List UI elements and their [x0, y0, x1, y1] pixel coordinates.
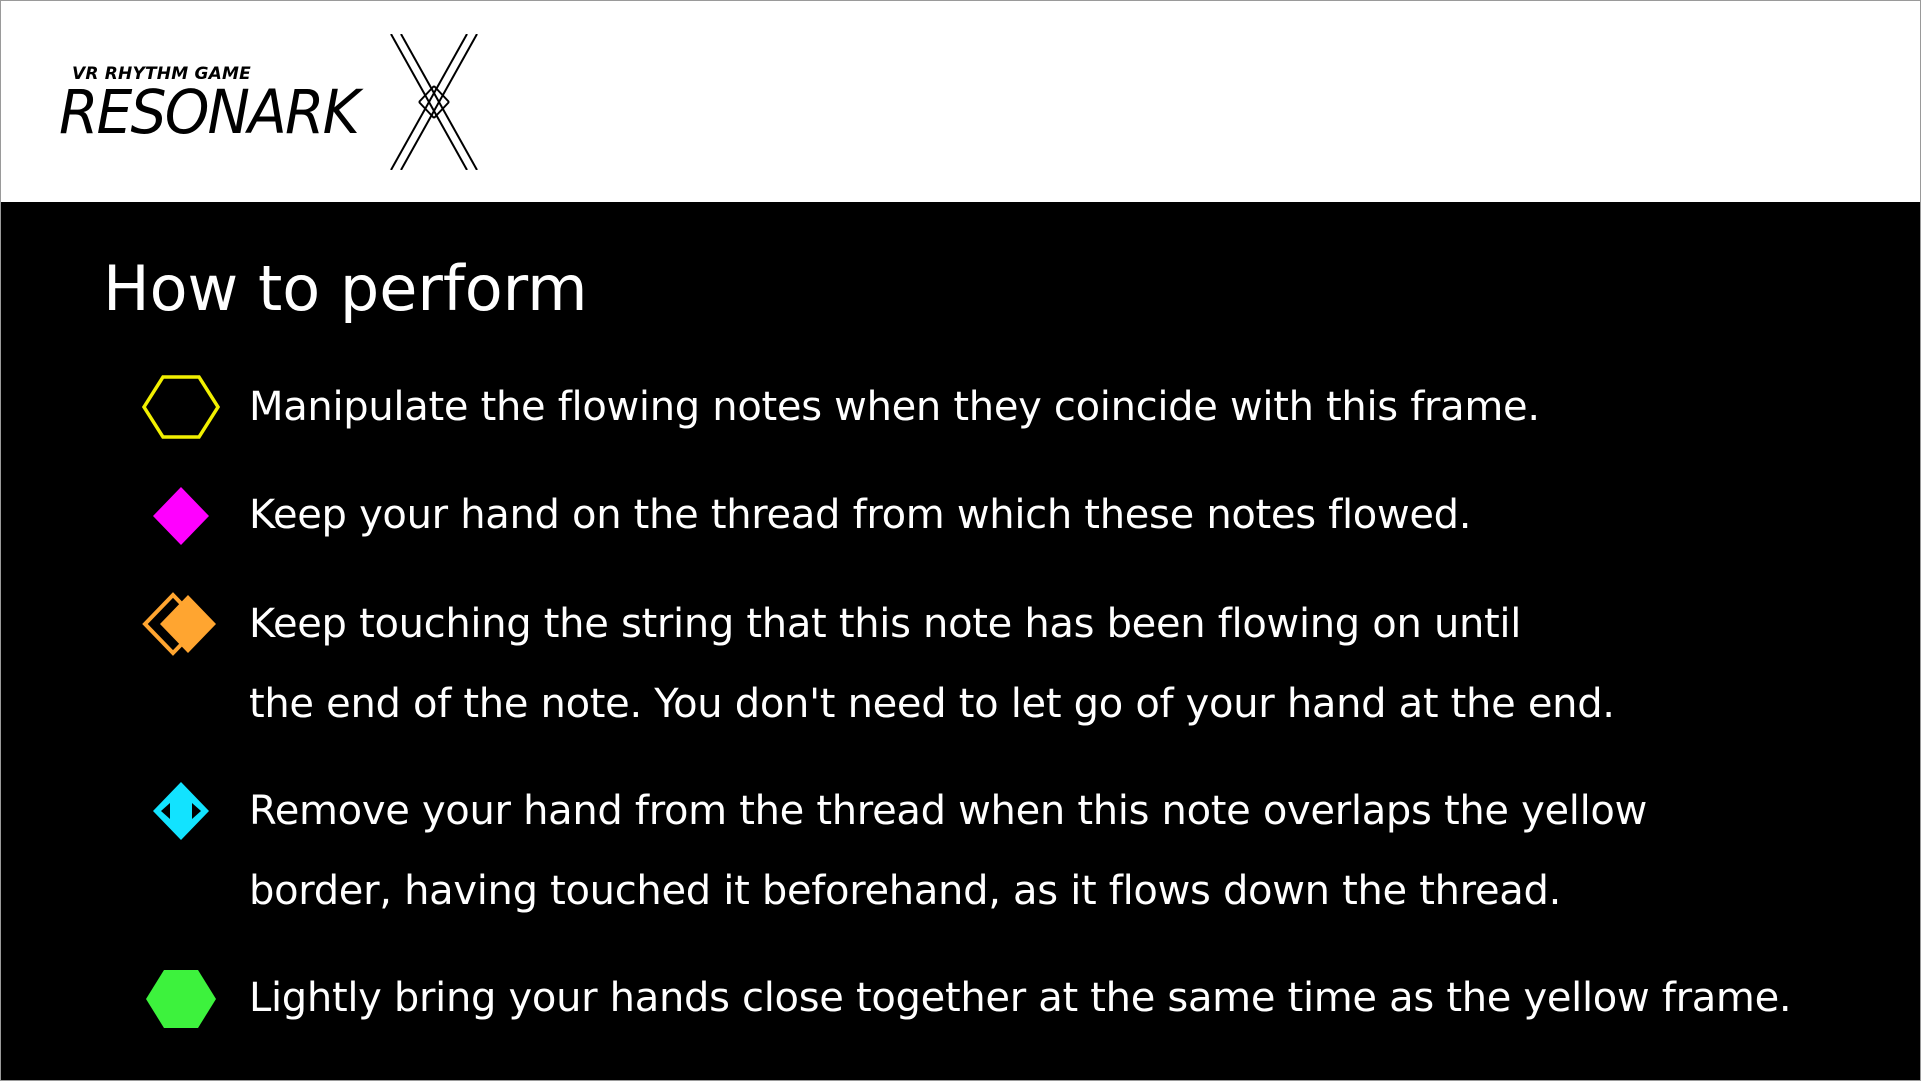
rule-text-line: Remove your hand from the thread when th…	[249, 788, 1648, 834]
content: How to perform Manipulate the flowing no…	[1, 202, 1920, 1080]
rule-text-line: Keep touching the string that this note …	[249, 601, 1522, 647]
rule-text-line: Keep your hand on the thread from which …	[249, 492, 1472, 538]
rule-item-thread: Keep your hand on the thread from which …	[249, 475, 1471, 555]
rule-item-frame: Manipulate the flowing notes when they c…	[249, 367, 1540, 447]
rule-text-line: Lightly bring your hands close together …	[249, 975, 1792, 1021]
rule-item-clap: Lightly bring your hands close together …	[249, 958, 1792, 1038]
rule-text-line: border, having touched it beforehand, as…	[249, 868, 1561, 914]
slide: VR RHYTHM GAME RESONARK How to perform M…	[0, 0, 1921, 1081]
logo: VR RHYTHM GAME RESONARK	[59, 31, 479, 171]
green-hexagon-filled-icon	[146, 970, 216, 1028]
page-title: How to perform	[103, 252, 588, 325]
rule-item-release: Remove your hand from the thread when th…	[249, 771, 1647, 931]
orange-double-diamond-icon	[142, 592, 216, 656]
cyan-diamond-with-arrows-icon	[153, 782, 209, 840]
crossed-lines-x-icon	[390, 34, 478, 170]
magenta-diamond-icon	[153, 487, 209, 545]
rule-text-line: Manipulate the flowing notes when they c…	[249, 384, 1540, 430]
rule-text-line: the end of the note. You don't need to l…	[249, 681, 1615, 727]
rule-item-hold: Keep touching the string that this note …	[249, 584, 1615, 744]
yellow-hexagon-outline-icon	[141, 375, 221, 439]
logo-wordmark: RESONARK	[59, 77, 360, 148]
header: VR RHYTHM GAME RESONARK	[1, 1, 1920, 202]
